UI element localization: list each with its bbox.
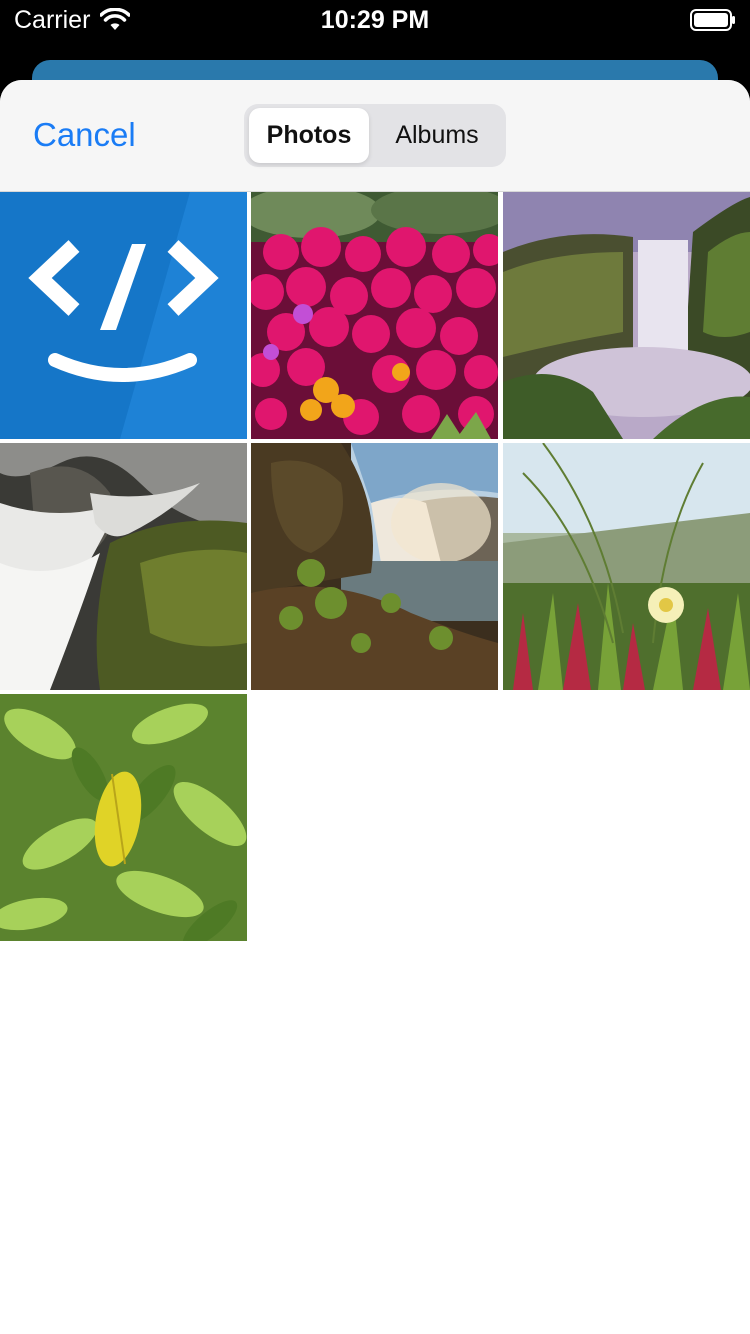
photo-thumbnail[interactable] <box>251 443 498 690</box>
code-logo-image <box>0 192 247 439</box>
segment-albums[interactable]: Albums <box>371 108 503 163</box>
picker-navigation-bar: Cancel Photos Albums <box>0 80 750 192</box>
photo-thumbnail[interactable] <box>503 192 750 439</box>
photos-albums-segmented-control: Photos Albums <box>244 104 506 167</box>
beach-grass-flower-image <box>503 443 750 690</box>
photo-thumbnail[interactable] <box>503 443 750 690</box>
photo-picker-sheet: Cancel Photos Albums <box>0 80 750 1334</box>
waterfall-rocks-image <box>0 443 247 690</box>
pink-flowers-image <box>251 192 498 439</box>
waterfall-cliff-image <box>503 192 750 439</box>
battery-icon <box>690 9 735 31</box>
photo-thumbnail[interactable] <box>251 192 498 439</box>
photo-thumbnail[interactable] <box>0 192 247 439</box>
photo-thumbnail[interactable] <box>0 694 247 941</box>
segment-photos[interactable]: Photos <box>249 108 369 163</box>
status-time: 10:29 PM <box>320 6 430 34</box>
cancel-button[interactable]: Cancel <box>33 116 136 154</box>
green-leaves-image <box>0 694 247 941</box>
status-bar: Carrier 10:29 PM <box>0 0 750 40</box>
waterfall-moss-image <box>251 443 498 690</box>
photo-thumbnail[interactable] <box>0 443 247 690</box>
